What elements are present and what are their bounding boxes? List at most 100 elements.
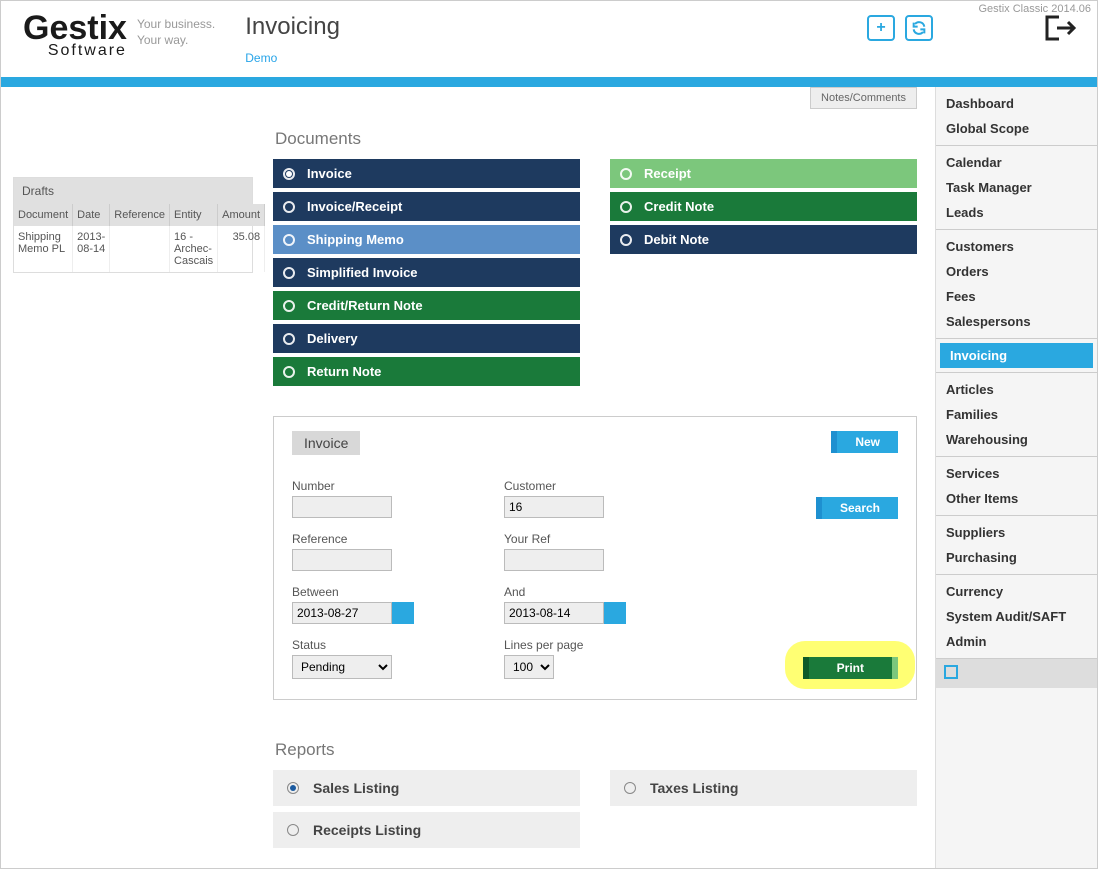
radio-icon: [283, 267, 295, 279]
radio-icon: [287, 824, 299, 836]
doc-type-delivery[interactable]: Delivery: [273, 324, 580, 353]
new-button[interactable]: New: [831, 431, 898, 453]
menu-calendar[interactable]: Calendar: [936, 150, 1097, 175]
lpp-label: Lines per page: [504, 638, 686, 652]
reference-input[interactable]: [292, 549, 392, 571]
search-button[interactable]: Search: [816, 497, 898, 519]
drafts-table: Document Date Reference Entity Amount Sh…: [14, 204, 265, 272]
customer-label: Customer: [504, 479, 686, 493]
doc-type-label: Delivery: [307, 331, 358, 346]
and-input[interactable]: [504, 602, 604, 624]
col-amount: Amount: [218, 204, 265, 226]
doc-type-simplified-invoice[interactable]: Simplified Invoice: [273, 258, 580, 287]
yourref-label: Your Ref: [504, 532, 686, 546]
doc-type-label: Shipping Memo: [307, 232, 404, 247]
and-label: And: [504, 585, 686, 599]
doc-type-credit-return-note[interactable]: Credit/Return Note: [273, 291, 580, 320]
menu-customers[interactable]: Customers: [936, 234, 1097, 259]
menu-system-audit-saft[interactable]: System Audit/SAFT: [936, 604, 1097, 629]
menu-invoicing[interactable]: Invoicing: [940, 343, 1093, 368]
radio-icon: [283, 234, 295, 246]
menu-services[interactable]: Services: [936, 461, 1097, 486]
report-taxes-listing[interactable]: Taxes Listing: [610, 770, 917, 806]
logo-main: Gestix: [23, 13, 127, 44]
demo-link[interactable]: Demo: [245, 51, 277, 65]
menu-leads[interactable]: Leads: [936, 200, 1097, 225]
radio-icon: [620, 168, 632, 180]
reports-heading: Reports: [275, 740, 917, 760]
radio-icon: [624, 782, 636, 794]
radio-icon: [283, 300, 295, 312]
logo: Gestix Software Your business.Your way.: [23, 13, 215, 60]
divider-bar: [1, 77, 1097, 87]
menu-other-items[interactable]: Other Items: [936, 486, 1097, 511]
doc-type-label: Credit/Return Note: [307, 298, 423, 313]
drafts-panel: Drafts Document Date Reference Entity Am…: [13, 177, 253, 273]
report-label: Sales Listing: [313, 780, 399, 796]
page-title: Invoicing: [245, 13, 340, 41]
calendar-icon[interactable]: [392, 602, 414, 624]
col-reference: Reference: [110, 204, 170, 226]
status-select[interactable]: Pending: [292, 655, 392, 679]
customer-input[interactable]: [504, 496, 604, 518]
doc-type-label: Simplified Invoice: [307, 265, 418, 280]
between-input[interactable]: [292, 602, 392, 624]
report-receipts-listing[interactable]: Receipts Listing: [273, 812, 580, 848]
doc-type-label: Receipt: [644, 166, 691, 181]
report-label: Taxes Listing: [650, 780, 738, 796]
version-label: Gestix Classic 2014.06: [979, 3, 1092, 15]
radio-icon: [283, 333, 295, 345]
refresh-icon[interactable]: [905, 15, 933, 41]
doc-type-label: Debit Note: [644, 232, 709, 247]
doc-type-label: Return Note: [307, 364, 381, 379]
menu-task-manager[interactable]: Task Manager: [936, 175, 1097, 200]
square-icon[interactable]: [944, 665, 958, 679]
calendar-icon[interactable]: [604, 602, 626, 624]
doc-type-invoice[interactable]: Invoice: [273, 159, 580, 188]
radio-icon: [287, 782, 299, 794]
menu-admin[interactable]: Admin: [936, 629, 1097, 654]
filter-tag: Invoice: [292, 431, 360, 455]
col-document: Document: [14, 204, 73, 226]
drafts-heading: Drafts: [14, 178, 252, 204]
logo-tagline: Your business.Your way.: [137, 17, 215, 48]
menu-dashboard[interactable]: Dashboard: [936, 91, 1097, 116]
menu-orders[interactable]: Orders: [936, 259, 1097, 284]
menu-purchasing[interactable]: Purchasing: [936, 545, 1097, 570]
radio-icon: [620, 201, 632, 213]
col-entity: Entity: [170, 204, 218, 226]
doc-type-return-note[interactable]: Return Note: [273, 357, 580, 386]
radio-icon: [283, 366, 295, 378]
print-button[interactable]: Print: [803, 657, 898, 679]
doc-type-receipt[interactable]: Receipt: [610, 159, 917, 188]
exit-icon[interactable]: [1043, 13, 1077, 43]
report-sales-listing[interactable]: Sales Listing: [273, 770, 580, 806]
doc-type-credit-note[interactable]: Credit Note: [610, 192, 917, 221]
radio-icon: [283, 201, 295, 213]
documents-heading: Documents: [275, 129, 917, 149]
menu-articles[interactable]: Articles: [936, 377, 1097, 402]
radio-icon: [283, 168, 295, 180]
doc-type-label: Credit Note: [644, 199, 714, 214]
menu-fees[interactable]: Fees: [936, 284, 1097, 309]
doc-type-debit-note[interactable]: Debit Note: [610, 225, 917, 254]
menu-warehousing[interactable]: Warehousing: [936, 427, 1097, 452]
menu-global-scope[interactable]: Global Scope: [936, 116, 1097, 141]
table-row[interactable]: Shipping Memo PL 2013-08-14 16 - Archec-…: [14, 226, 265, 272]
doc-type-invoice-receipt[interactable]: Invoice/Receipt: [273, 192, 580, 221]
doc-type-label: Invoice: [307, 166, 352, 181]
menu-families[interactable]: Families: [936, 402, 1097, 427]
doc-type-label: Invoice/Receipt: [307, 199, 402, 214]
yourref-input[interactable]: [504, 549, 604, 571]
doc-type-shipping-memo[interactable]: Shipping Memo: [273, 225, 580, 254]
between-label: Between: [292, 585, 474, 599]
lpp-select[interactable]: 100: [504, 655, 554, 679]
menu-suppliers[interactable]: Suppliers: [936, 520, 1097, 545]
add-icon[interactable]: +: [867, 15, 895, 41]
menu-salespersons[interactable]: Salespersons: [936, 309, 1097, 334]
menu-currency[interactable]: Currency: [936, 579, 1097, 604]
number-input[interactable]: [292, 496, 392, 518]
report-label: Receipts Listing: [313, 822, 421, 838]
notes-comments-button[interactable]: Notes/Comments: [810, 87, 917, 109]
radio-icon: [620, 234, 632, 246]
